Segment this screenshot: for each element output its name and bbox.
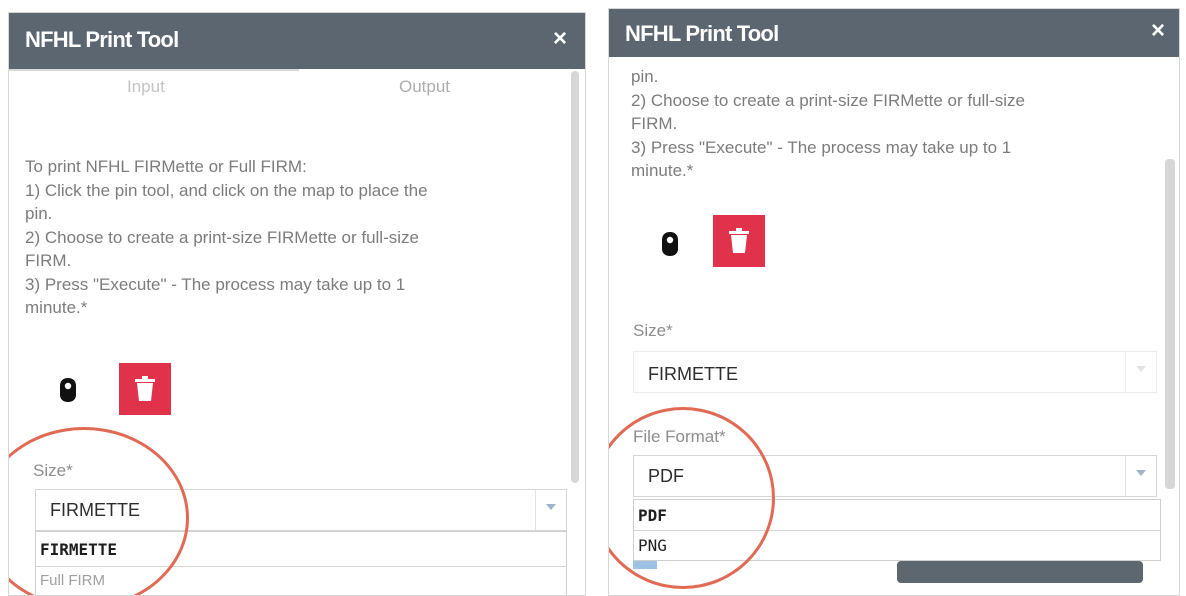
print-tool-panel-right: NFHL Print Tool × pin. 2) Choose to crea… [608, 8, 1180, 596]
size-select[interactable]: FIRMETTE [633, 351, 1157, 393]
instruction-line: pin. [631, 67, 659, 86]
instructions-text: pin. 2) Choose to create a print-size FI… [631, 65, 1136, 183]
clear-pin-button[interactable] [713, 215, 765, 267]
panel-titlebar: NFHL Print Tool × [609, 9, 1179, 57]
execute-button[interactable] [897, 561, 1143, 583]
instructions-text: To print NFHL FIRMette or Full FIRM: 1) … [25, 155, 530, 320]
instruction-line: To print NFHL FIRMette or Full FIRM: [25, 157, 307, 176]
instruction-line: pin. [25, 204, 53, 223]
instruction-line: FIRM. [25, 251, 72, 270]
instruction-line: 2) Choose to create a print-size FIRMett… [631, 90, 1025, 110]
print-tool-panel-left: NFHL Print Tool × Input Output To print … [8, 12, 586, 596]
clear-pin-button[interactable] [119, 363, 171, 415]
panel-titlebar: NFHL Print Tool × [9, 13, 585, 69]
instruction-line: 1) Click the pin tool, and click on the … [25, 180, 428, 200]
panel-title: NFHL Print Tool [25, 27, 179, 52]
size-label: Size* [633, 321, 673, 340]
pin-icon[interactable] [661, 231, 679, 257]
instruction-line: minute.* [631, 161, 694, 180]
chevron-down-icon[interactable] [1125, 352, 1156, 392]
tab-bar: Input Output [9, 69, 585, 115]
size-select-value: FIRMETTE [648, 364, 738, 384]
trash-icon [729, 228, 749, 253]
instruction-line: minute.* [25, 298, 88, 317]
close-icon[interactable]: × [1151, 17, 1165, 45]
annotation-circle [609, 407, 775, 589]
tab-input[interactable]: Input [127, 77, 165, 97]
trash-icon [135, 376, 155, 401]
scrollbar[interactable] [1165, 159, 1175, 489]
chevron-down-icon[interactable] [535, 490, 566, 530]
instruction-line: 3) Press "Execute" - The process may tak… [25, 274, 406, 294]
instruction-line: 2) Choose to create a print-size FIRMett… [25, 227, 419, 247]
chevron-down-icon[interactable] [1125, 456, 1156, 496]
close-icon[interactable]: × [553, 25, 567, 53]
pin-icon[interactable] [59, 377, 77, 403]
panel-title: NFHL Print Tool [625, 21, 779, 46]
annotation-circle [9, 427, 189, 595]
scrollbar[interactable] [571, 71, 579, 483]
instruction-line: FIRM. [631, 114, 678, 133]
tab-underline [9, 69, 299, 71]
tab-output[interactable]: Output [399, 77, 450, 97]
instruction-line: 3) Press "Execute" - The process may tak… [631, 137, 1012, 157]
